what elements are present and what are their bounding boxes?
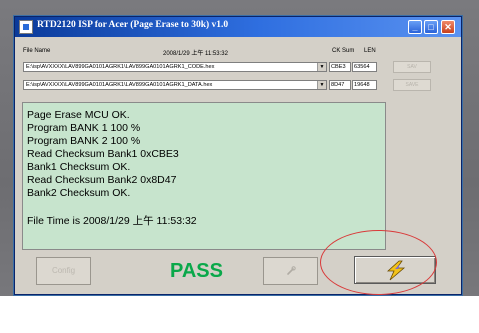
log-line: Program BANK 1 100 % xyxy=(27,122,141,134)
log-line: Page Erase MCU OK. xyxy=(27,109,130,121)
datetime-label: 2008/1/29 上午 11:53:32 xyxy=(163,51,228,57)
maximize-icon[interactable]: □ xyxy=(424,20,438,34)
log-panel: Page Erase MCU OK. Program BANK 1 100 % … xyxy=(22,102,386,250)
log-line: Program BANK 2 100 % xyxy=(27,135,141,147)
log-line: Read Checksum Bank2 0x8D47 xyxy=(27,174,177,186)
config-button[interactable]: Config xyxy=(36,257,91,285)
data-length-field: 19648 xyxy=(352,80,377,90)
highlight-circle xyxy=(320,230,437,295)
tool-button[interactable] xyxy=(263,257,318,285)
file-name-label: File Name xyxy=(23,48,51,54)
save-data-button[interactable]: SAVE xyxy=(393,79,431,91)
code-file-path: E:\isp\AVXXXX\LAV899GA0101AGRK1\LAV899GA… xyxy=(26,64,215,70)
code-checksum-field: CBE3 xyxy=(329,62,351,72)
log-line: Bank2 Checksum OK. xyxy=(27,187,131,199)
ck-sum-label: CK Sum xyxy=(332,48,355,54)
chevron-down-icon[interactable]: ▼ xyxy=(317,81,326,89)
code-length-field: 63564 xyxy=(352,62,377,72)
page-margin xyxy=(0,296,479,333)
code-file-select[interactable]: E:\isp\AVXXXX\LAV899GA0101AGRK1\LAV899GA… xyxy=(23,62,327,72)
title-bar[interactable]: RTD2120 ISP for Acer (Page Erase to 30k)… xyxy=(15,17,461,37)
close-icon[interactable]: ✕ xyxy=(441,20,455,34)
window-title: RTD2120 ISP for Acer (Page Erase to 30k)… xyxy=(37,20,229,30)
data-checksum-field: 8D47 xyxy=(329,80,351,90)
log-line: Bank1 Checksum OK. xyxy=(27,161,131,173)
minimize-icon[interactable]: _ xyxy=(408,20,422,34)
save-code-button[interactable]: SAV xyxy=(393,61,431,73)
app-icon xyxy=(19,20,33,34)
chevron-down-icon[interactable]: ▼ xyxy=(317,63,326,71)
wrench-icon xyxy=(287,266,296,275)
pass-status: PASS xyxy=(170,260,223,282)
data-file-path: E:\isp\AVXXXX\LAV899GA0101AGRK1\LAV899GA… xyxy=(26,82,213,88)
log-line: File Time is 2008/1/29 上午 11:53:32 xyxy=(27,215,197,227)
len-label: LEN xyxy=(364,48,376,54)
data-file-select[interactable]: E:\isp\AVXXXX\LAV899GA0101AGRK1\LAV899GA… xyxy=(23,80,327,90)
log-line: Read Checksum Bank1 0xCBE3 xyxy=(27,148,179,160)
